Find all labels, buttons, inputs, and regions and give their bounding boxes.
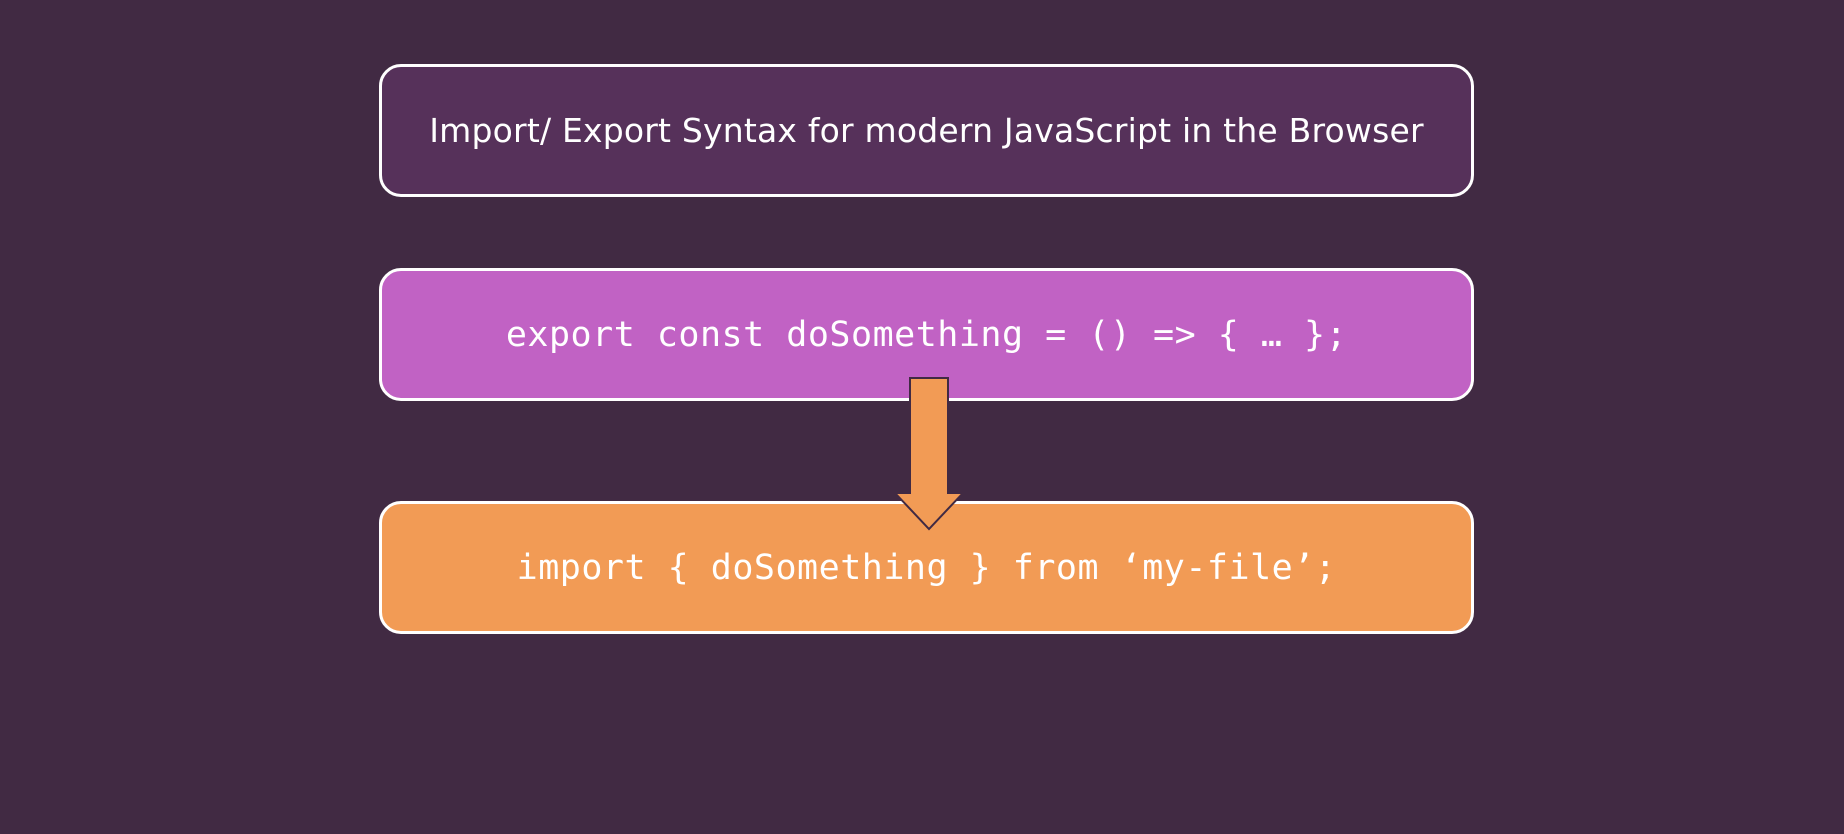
title-box: Import/ Export Syntax for modern JavaScr… xyxy=(379,64,1474,197)
export-code: export const doSomething = () => { … }; xyxy=(505,314,1348,355)
import-code: import { doSomething } from ‘my-file’; xyxy=(516,547,1337,588)
arrow-down-icon xyxy=(892,377,966,531)
slide-title: Import/ Export Syntax for modern JavaScr… xyxy=(429,111,1424,150)
